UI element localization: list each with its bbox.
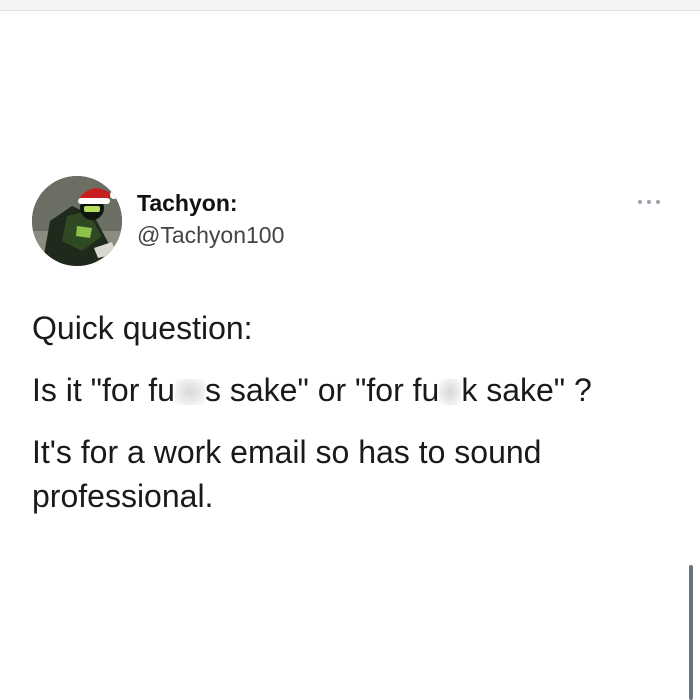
tweet-line-1-text: Quick question:	[32, 310, 253, 346]
screenshot-page: Tachyon: @Tachyon100 Quick question: Is …	[0, 0, 700, 700]
tweet-line-context: It's for a work email so has to sound pr…	[32, 430, 672, 518]
more-dot	[647, 200, 651, 204]
scrollbar[interactable]	[689, 565, 693, 700]
tweet-line-options: Is it "for fu s sake" or "for fu k sake" ?	[32, 368, 672, 412]
tweet-line-2-part-c: k sake" ?	[461, 372, 592, 408]
more-options-icon[interactable]	[638, 192, 660, 212]
avatar[interactable]	[32, 176, 122, 266]
censor-blur	[174, 379, 205, 405]
author-block: Tachyon: @Tachyon100	[137, 188, 284, 250]
tweet-line-3-text: It's for a work email so has to sound pr…	[32, 434, 542, 514]
more-dot	[638, 200, 642, 204]
tweet-line-2-part-a: Is it "for fu	[32, 372, 175, 408]
tweet-line-question: Quick question:	[32, 306, 672, 350]
tweet-text: Quick question: Is it "for fu s sake" or …	[32, 306, 672, 536]
tweet-card: Tachyon: @Tachyon100 Quick question: Is …	[0, 0, 700, 700]
author-handle[interactable]: @Tachyon100	[137, 220, 284, 250]
author-display-name[interactable]: Tachyon:	[137, 188, 284, 218]
tweet-line-2-part-b: s sake" or "for fu	[204, 372, 440, 408]
avatar-image	[32, 176, 122, 266]
censor-blur	[439, 379, 462, 405]
more-dot	[656, 200, 660, 204]
